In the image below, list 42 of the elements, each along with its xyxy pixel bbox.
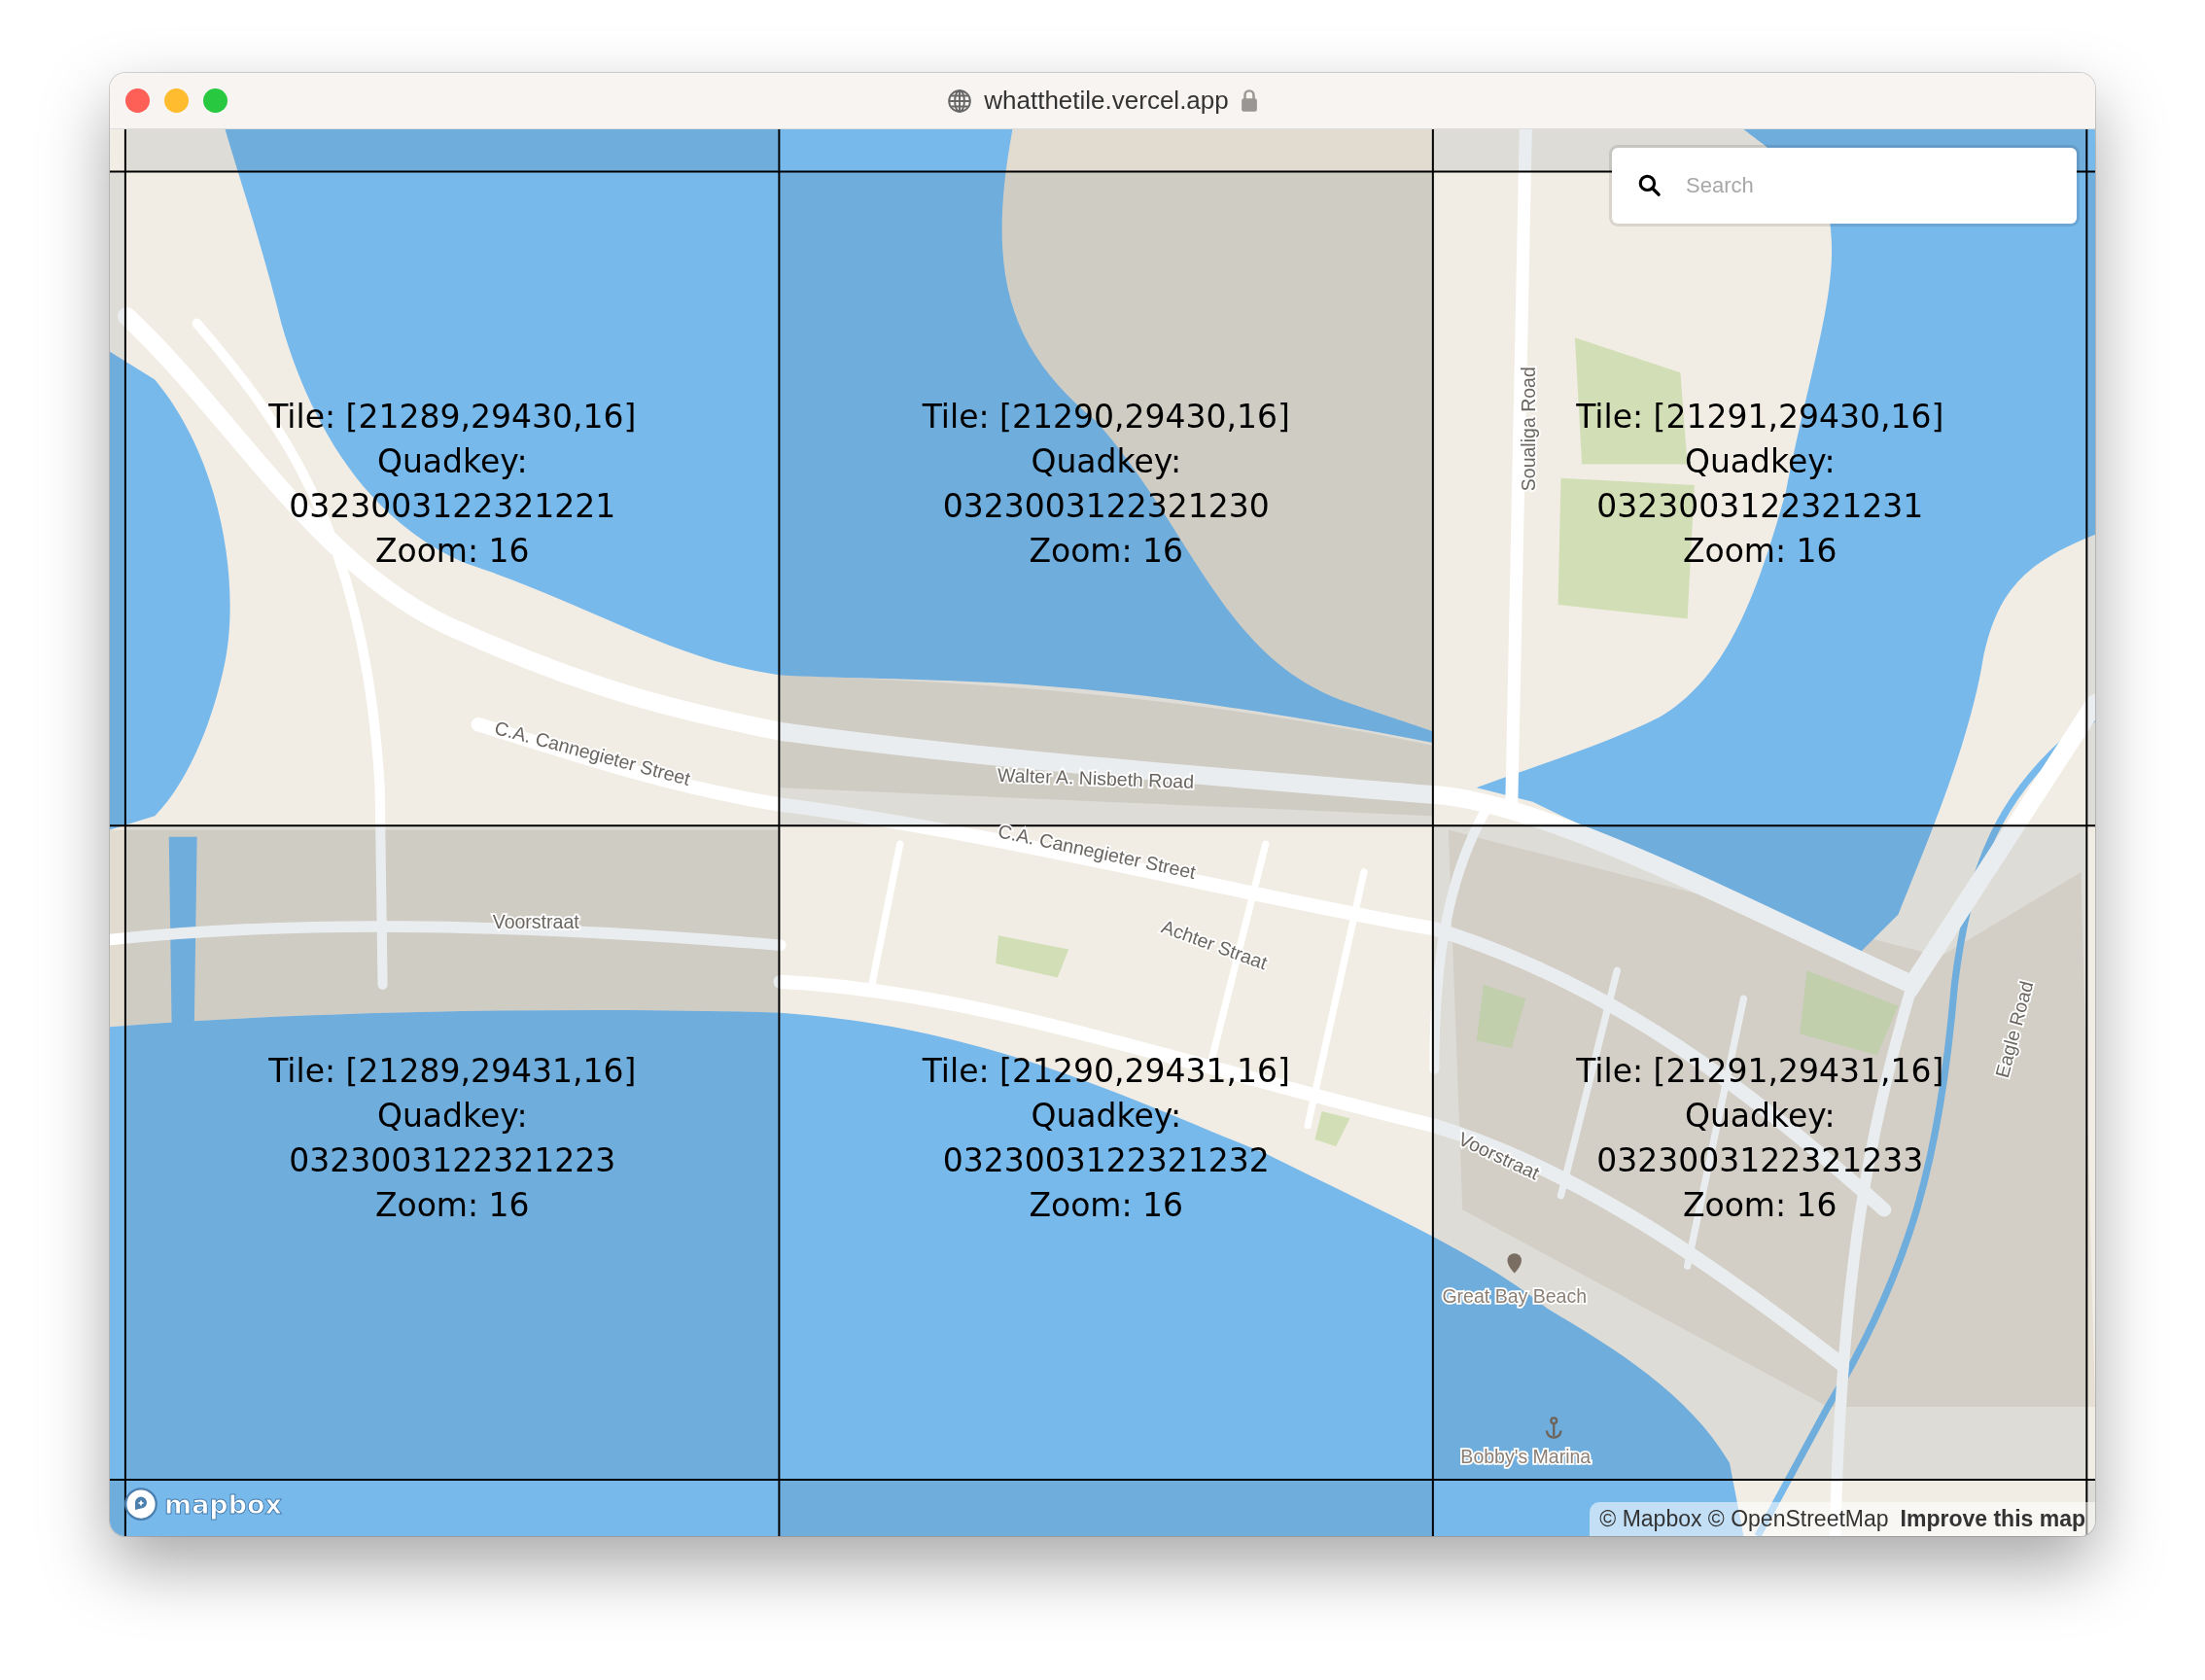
zoom-button[interactable] bbox=[203, 88, 228, 113]
quadkey-value: 0323003122321230 bbox=[942, 486, 1270, 528]
zoom-level: Zoom: 16 bbox=[1682, 531, 1838, 573]
marina-label: Bobby's Marina bbox=[1460, 1445, 1592, 1467]
improve-map-link[interactable]: Improve this map bbox=[1900, 1506, 2085, 1532]
pin-icon bbox=[1507, 1253, 1522, 1274]
attribution-text: © Mapbox © OpenStreetMap bbox=[1599, 1506, 1889, 1532]
address-text[interactable]: whatthetile.vercel.app bbox=[984, 86, 1229, 116]
quadkey-label: Quadkey: bbox=[376, 1095, 528, 1137]
anchor-icon bbox=[1545, 1417, 1562, 1439]
lock-icon bbox=[1240, 88, 1258, 113]
street-label: Eagle Road bbox=[1990, 978, 2038, 1080]
quadkey-label: Quadkey: bbox=[1684, 1095, 1836, 1137]
close-button[interactable] bbox=[125, 88, 150, 113]
quadkey-value: 0323003122321223 bbox=[289, 1139, 616, 1181]
logo-text: mapbox bbox=[164, 1488, 282, 1520]
tile-coordinates: Tile: [21290,29431,16] bbox=[922, 1050, 1290, 1092]
zoom-level: Zoom: 16 bbox=[374, 531, 530, 573]
quadkey-value: 0323003122321232 bbox=[942, 1139, 1270, 1181]
zoom-level: Zoom: 16 bbox=[1029, 1184, 1184, 1226]
street-label: Soualiga Road bbox=[1518, 367, 1540, 492]
beach-label: Great Bay Beach bbox=[1442, 1284, 1587, 1307]
quadkey-value: 0323003122321233 bbox=[1596, 1139, 1924, 1181]
globe-icon bbox=[947, 88, 973, 114]
tile-coordinates: Tile: [21290,29430,16] bbox=[922, 397, 1290, 438]
quadkey-label: Quadkey: bbox=[1031, 1095, 1181, 1137]
search-field[interactable]: Search bbox=[1612, 148, 2077, 224]
street-label: Achter Straat bbox=[1158, 915, 1271, 974]
zoom-level: Zoom: 16 bbox=[374, 1184, 530, 1226]
street-label: Voorstraat bbox=[492, 910, 579, 932]
tile-coordinates: Tile: [21291,29431,16] bbox=[1576, 1050, 1944, 1092]
zoom-level: Zoom: 16 bbox=[1682, 1184, 1838, 1226]
minimize-button[interactable] bbox=[164, 88, 189, 113]
quadkey-label: Quadkey: bbox=[1031, 441, 1181, 483]
street-label: Walter A. Nisbeth Road bbox=[997, 763, 1195, 792]
tile-coordinates: Tile: [21289,29430,16] bbox=[268, 397, 637, 438]
zoom-level: Zoom: 16 bbox=[1029, 531, 1184, 573]
quadkey-label: Quadkey: bbox=[376, 441, 528, 483]
tile-coordinates: Tile: [21289,29431,16] bbox=[268, 1050, 637, 1092]
quadkey-label: Quadkey: bbox=[1684, 441, 1836, 483]
tile-coordinates: Tile: [21291,29430,16] bbox=[1576, 397, 1944, 438]
quadkey-value: 0323003122321231 bbox=[1596, 486, 1924, 528]
